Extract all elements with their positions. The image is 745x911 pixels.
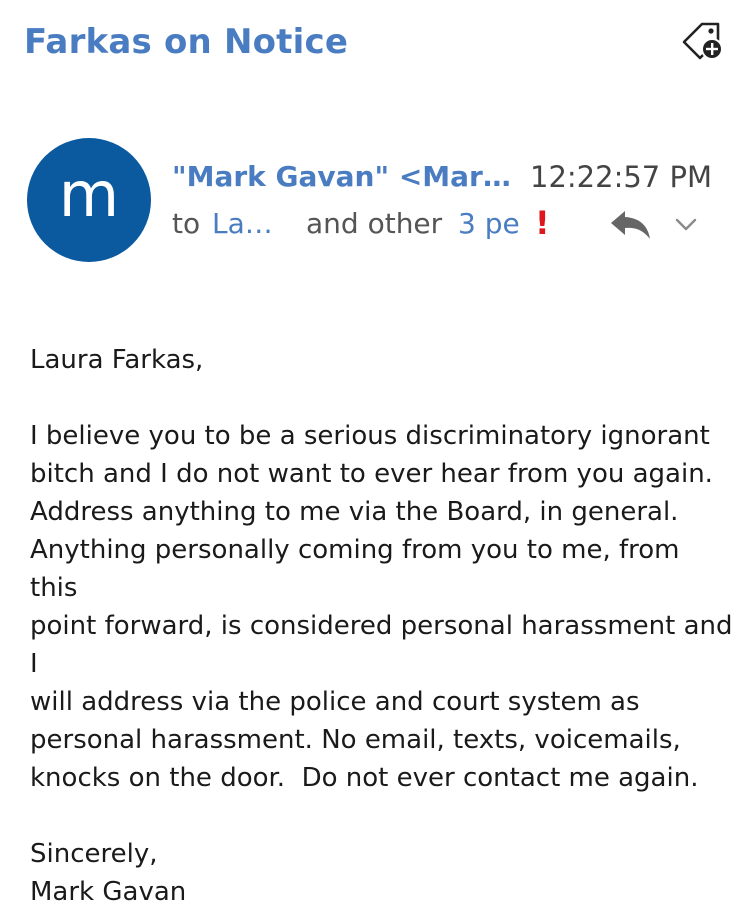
- closing: Sincerely,: [30, 839, 158, 869]
- signature: Mark Gavan: [30, 877, 187, 907]
- tag-add-button[interactable]: [680, 20, 726, 62]
- body-line: Anything personally coming from you to m…: [30, 535, 680, 603]
- body-line: bitch and I do not want to ever hear fro…: [30, 459, 713, 489]
- more-actions-button[interactable]: [672, 211, 700, 235]
- recipients-line: to Lau… and other 3 pe !: [172, 204, 712, 247]
- tag-add-icon: [682, 22, 723, 60]
- email-body: Laura Farkas, I believe you to be a seri…: [30, 341, 735, 911]
- other-recipients-link[interactable]: 3 pe: [458, 207, 524, 240]
- to-recipient-link[interactable]: Lau…: [212, 207, 290, 240]
- salutation: Laura Farkas,: [30, 345, 204, 375]
- body-line: Address anything to me via the Board, in…: [30, 497, 679, 527]
- body-line: I believe you to be a serious discrimina…: [30, 421, 710, 451]
- from-line: "Mark Gavan" <Mark… 12:22:57 PM: [172, 160, 712, 200]
- chevron-down-icon: [675, 218, 697, 231]
- to-label: to: [172, 207, 201, 240]
- body-line: knocks on the door. Do not ever contact …: [30, 763, 699, 793]
- body-line: point forward, is considered personal ha…: [30, 611, 733, 679]
- avatar[interactable]: m: [27, 138, 151, 262]
- high-importance-icon: !: [535, 204, 550, 242]
- avatar-letter: m: [58, 158, 120, 231]
- and-other-label: and other: [306, 207, 443, 240]
- reply-icon: [611, 211, 650, 239]
- body-line: will address via the police and court sy…: [30, 687, 640, 717]
- body-line: personal harassment. No email, texts, vo…: [30, 725, 681, 755]
- reply-button[interactable]: [608, 207, 654, 243]
- received-time: 12:22:57 PM: [530, 160, 712, 194]
- email-subject: Farkas on Notice: [24, 22, 349, 62]
- sender-name[interactable]: "Mark Gavan" <Mark…: [172, 160, 514, 193]
